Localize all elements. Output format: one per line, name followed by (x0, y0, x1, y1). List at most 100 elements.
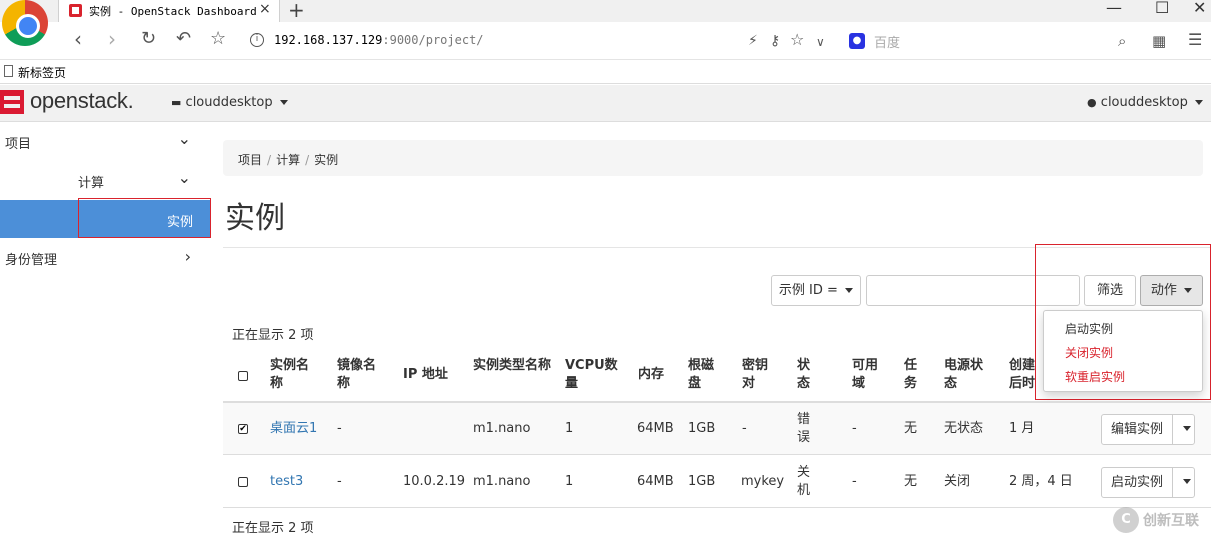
cell-task: 无 (904, 474, 918, 489)
browser-tab[interactable]: 实例 - OpenStack Dashboard × (58, 0, 280, 22)
menu-icon[interactable]: ☰ (1188, 29, 1202, 51)
watermark-text: 创新互联 (1143, 513, 1199, 529)
watermark-logo: C 创新互联 (1110, 499, 1211, 541)
tab-title: 实例 - OpenStack Dashboard (89, 5, 257, 18)
caret-down-icon (1195, 100, 1203, 105)
close-tab-icon[interactable]: × (259, 1, 271, 17)
sidebar-item-compute[interactable]: 计算 ⌄ (0, 161, 211, 199)
openstack-logo-icon[interactable] (0, 90, 24, 114)
cell-vcpu: 1 (565, 474, 574, 489)
sidebar-item-label: 项目 (5, 137, 32, 152)
cell-ram: 64MB (637, 421, 674, 436)
user-menu[interactable]: ● clouddesktop (1087, 95, 1203, 110)
row-checkbox[interactable] (238, 477, 248, 487)
bookmark-new-tab[interactable]: 新标签页 (18, 64, 66, 81)
select-all-checkbox[interactable] (238, 371, 248, 381)
minimize-icon[interactable]: — (1106, 0, 1122, 17)
undo-icon[interactable]: ↶ (176, 28, 191, 50)
column-header-status[interactable]: 状态 (797, 357, 817, 393)
favorite-star-icon[interactable]: ☆ (790, 29, 804, 51)
column-header-age[interactable]: 创建后时间 (1009, 357, 1043, 393)
cell-disk: 1GB (688, 474, 716, 489)
menu-item-shutoff-instance[interactable]: 关闭实例 (1065, 344, 1113, 361)
sidebar-item-identity[interactable]: 身份管理 › (0, 238, 211, 276)
back-icon[interactable]: ‹ (74, 28, 82, 50)
search-icon[interactable]: ⌕ (1118, 30, 1126, 52)
project-switcher[interactable]: ▬ clouddesktop (171, 95, 288, 110)
filter-select[interactable]: 示例 ID = (771, 275, 861, 306)
cell-age: 1 月 (1009, 421, 1035, 436)
baidu-icon[interactable]: ● (849, 33, 865, 49)
cell-age: 2 周，4 日 (1009, 474, 1073, 489)
chevron-down-icon: ⌄ (177, 168, 191, 187)
search-input[interactable]: 百度 (874, 32, 900, 51)
cell-keypair: - (742, 421, 747, 436)
info-icon[interactable]: i (250, 33, 264, 47)
sidebar: 项目 ⌄ 计算 ⌄ 实例 身份管理 › (0, 122, 211, 541)
row-checkbox[interactable]: ✔ (238, 424, 248, 434)
cell-keypair: mykey (741, 474, 785, 489)
column-header-ram[interactable]: 内存 (638, 366, 678, 384)
column-header-ip[interactable]: IP 地址 (403, 366, 463, 384)
close-window-icon[interactable]: ✕ (1193, 0, 1206, 17)
qr-icon[interactable]: ▦ (1152, 30, 1166, 52)
page-title: 实例 (225, 201, 285, 236)
column-header-image[interactable]: 镜像名称 (337, 357, 385, 393)
cell-ip: 10.0.2.19 (403, 474, 466, 489)
column-header-zone[interactable]: 可用域 (852, 357, 886, 393)
breadcrumb-item[interactable]: 计算 (276, 153, 300, 167)
bookmark-bar: 新标签页 (0, 60, 1211, 84)
table-row (223, 403, 1211, 455)
openstack-favicon-icon (69, 4, 82, 17)
lightning-icon[interactable]: ⚡ (748, 30, 758, 52)
column-header-task[interactable]: 任务 (904, 357, 924, 393)
caret-down-icon[interactable] (1183, 426, 1191, 431)
reload-icon[interactable]: ↻ (141, 28, 156, 50)
cell-power: 关闭 (944, 474, 971, 489)
page-icon (4, 65, 13, 77)
url-field[interactable]: 192.168.137.129:9000/project/ (274, 33, 484, 47)
chevron-down-icon: ⌄ (177, 129, 191, 148)
caret-down-icon[interactable] (1183, 479, 1191, 484)
cell-image: - (337, 474, 342, 489)
url-path: :9000/project/ (382, 33, 484, 47)
address-bar: ‹ › ↻ ↶ ☆ i 192.168.137.129:9000/project… (0, 22, 1211, 60)
row-action-split-button: 启动实例 (1101, 467, 1195, 498)
browser-logo-icon (2, 0, 48, 46)
user-icon: ● (1087, 96, 1097, 109)
breadcrumb: 项目 / 计算 / 实例 (223, 140, 1203, 176)
column-header-name[interactable]: 实例名称 (270, 357, 320, 393)
watermark-icon: C (1113, 507, 1139, 533)
sidebar-item-label: 计算 (78, 176, 105, 191)
openstack-header: openstack. ▬ clouddesktop ● clouddesktop (0, 85, 1211, 122)
cell-flavor: m1.nano (473, 421, 531, 436)
menu-item-start-instance[interactable]: 启动实例 (1065, 320, 1113, 337)
chevron-down-icon[interactable]: ∨ (816, 31, 825, 53)
column-header-disk[interactable]: 根磁盘 (688, 357, 722, 393)
cell-image: - (337, 421, 342, 436)
browser-tab-bar: 实例 - OpenStack Dashboard × + — ☐ ✕ (0, 0, 1211, 22)
column-header-power[interactable]: 电源状态 (944, 357, 992, 393)
column-header-flavor[interactable]: 实例类型名称 (473, 357, 553, 375)
star-icon[interactable]: ☆ (210, 28, 226, 50)
breadcrumb-item[interactable]: 项目 (238, 153, 262, 167)
sidebar-item-project[interactable]: 项目 ⌄ (0, 122, 211, 160)
actions-dropdown-menu: 启动实例 关闭实例 软重启实例 (1043, 310, 1203, 392)
instance-name-link[interactable]: 桌面云1 (270, 420, 317, 438)
item-count-bottom: 正在显示 2 项 (232, 521, 314, 536)
menu-item-soft-reboot-instance[interactable]: 软重启实例 (1065, 368, 1125, 385)
start-instance-button[interactable]: 启动实例 (1102, 468, 1173, 497)
forward-icon[interactable]: › (108, 28, 116, 50)
edit-instance-button[interactable]: 编辑实例 (1102, 415, 1173, 444)
user-name: clouddesktop (1100, 95, 1188, 110)
openstack-logo-text[interactable]: openstack. (30, 88, 134, 114)
chevron-right-icon: › (184, 247, 191, 266)
highlight-outline (78, 198, 211, 238)
instance-name-link[interactable]: test3 (270, 473, 303, 491)
maximize-icon[interactable]: ☐ (1155, 0, 1169, 17)
key-icon[interactable]: ⚷ (770, 30, 780, 52)
column-header-keypair[interactable]: 密钥对 (742, 357, 776, 393)
column-header-vcpu[interactable]: VCPU数量 (565, 357, 623, 393)
new-tab-icon[interactable]: + (288, 0, 305, 22)
breadcrumb-separator: / (305, 153, 310, 167)
